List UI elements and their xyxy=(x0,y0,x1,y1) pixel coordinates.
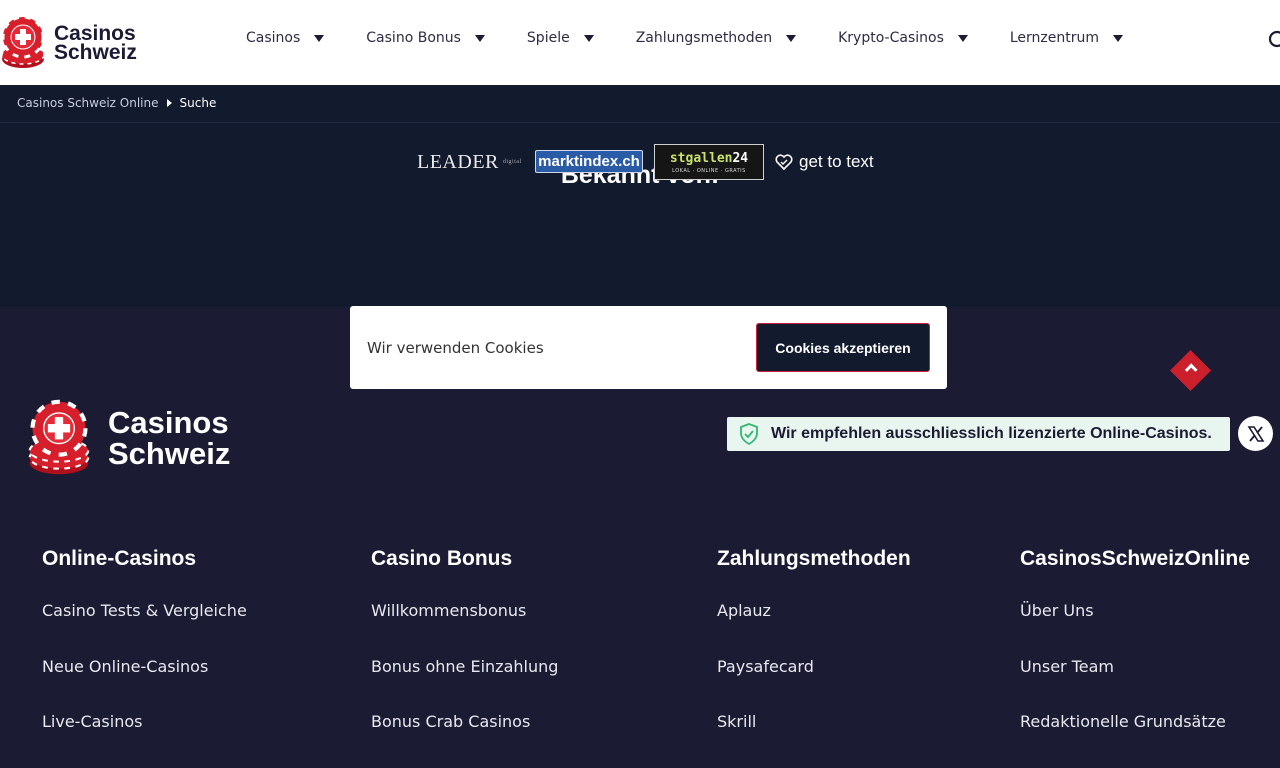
nav-item-krypto-casinos[interactable]: Krypto-Casinos xyxy=(838,30,968,46)
footer-link[interactable]: Aplauz xyxy=(717,601,911,657)
footer-logo-wordmark: Casinos Schweiz xyxy=(108,405,231,471)
license-notice-text: Wir empfehlen ausschliesslich lizenziert… xyxy=(771,425,1212,442)
caret-down-icon xyxy=(957,34,968,42)
heart-icon xyxy=(775,154,793,171)
search-icon[interactable] xyxy=(1268,30,1280,52)
site-logo[interactable]: Casinos Schweiz xyxy=(0,15,137,71)
footer-link[interactable]: Redaktionelle Grundsätze xyxy=(1020,712,1250,768)
footer-column-title: CasinosSchweizOnline xyxy=(1020,547,1250,570)
main-nav: Casinos Casino Bonus Spiele Zahlungsmeth… xyxy=(246,30,1124,46)
caret-down-icon xyxy=(583,34,594,42)
caret-down-icon xyxy=(1113,34,1124,42)
chevron-up-icon xyxy=(1184,363,1198,377)
caret-down-icon xyxy=(474,34,485,42)
cookie-text: Wir verwenden Cookies xyxy=(367,339,544,357)
breadcrumb-home-link[interactable]: Casinos Schweiz Online xyxy=(17,96,159,110)
footer-column-casinosschweizonline: CasinosSchweizOnline Über Uns Unser Team… xyxy=(1020,547,1250,768)
footer-link[interactable]: Bonus Crab Casinos xyxy=(371,712,558,768)
press-logo-leader: LEADER digital xyxy=(417,150,522,173)
divider xyxy=(0,122,1280,123)
nav-item-zahlungsmethoden[interactable]: Zahlungsmethoden xyxy=(636,30,797,46)
caret-down-icon xyxy=(314,34,325,42)
press-logo-gettotext: get to text xyxy=(775,143,874,181)
footer-link[interactable]: Über Uns xyxy=(1020,601,1250,657)
shield-check-icon xyxy=(740,423,758,445)
footer-column-title: Zahlungsmethoden xyxy=(717,547,911,570)
press-logo-stgallen24: stgallen24 LOKAL · ONLINE · GRATIS xyxy=(654,144,764,180)
footer-link[interactable]: Casino Tests & Vergleiche xyxy=(42,601,247,657)
license-notice: Wir empfehlen ausschliesslich lizenziert… xyxy=(727,417,1230,451)
footer-link[interactable]: Willkommensbonus xyxy=(371,601,558,657)
caret-down-icon xyxy=(786,34,797,42)
accept-cookies-button[interactable]: Cookies akzeptieren xyxy=(756,323,930,372)
footer-link[interactable]: Paysafecard xyxy=(717,657,911,713)
casino-chip-logo-icon xyxy=(1,15,45,68)
footer-link[interactable]: Neue Online-Casinos xyxy=(42,657,247,713)
breadcrumb-current: Suche xyxy=(179,96,217,110)
footer-logo[interactable]: Casinos Schweiz xyxy=(24,399,230,477)
footer-link[interactable]: Live-Casinos xyxy=(42,712,247,768)
footer-link[interactable]: Unser Team xyxy=(1020,657,1250,713)
press-logo-marktindex: marktindex.ch xyxy=(535,150,643,173)
footer-column-casino-bonus: Casino Bonus Willkommensbonus Bonus ohne… xyxy=(371,547,558,768)
breadcrumb-separator-icon xyxy=(166,99,172,107)
footer-link[interactable]: Skrill xyxy=(717,712,911,768)
nav-item-casino-bonus[interactable]: Casino Bonus xyxy=(366,30,485,46)
footer-column-online-casinos: Online-Casinos Casino Tests & Vergleiche… xyxy=(42,547,247,768)
breadcrumb-and-press-band: Casinos Schweiz Online Suche Bekannt von… xyxy=(0,85,1280,307)
x-logo-icon xyxy=(1247,425,1264,442)
footer-column-zahlungsmethoden: Zahlungsmethoden Aplauz Paysafecard Skri… xyxy=(717,547,911,768)
cookie-banner: Wir verwenden Cookies Cookies akzeptiere… xyxy=(350,306,947,389)
nav-item-spiele[interactable]: Spiele xyxy=(527,30,594,46)
site-header: Casinos Schweiz Casinos Casino Bonus Spi… xyxy=(0,0,1280,85)
footer-link[interactable]: Bonus ohne Einzahlung xyxy=(371,657,558,713)
nav-item-casinos[interactable]: Casinos xyxy=(246,30,325,46)
breadcrumb: Casinos Schweiz Online Suche xyxy=(17,96,216,110)
x-social-icon[interactable] xyxy=(1238,416,1273,451)
scroll-to-top-button[interactable] xyxy=(1169,349,1212,392)
logo-wordmark: Casinos Schweiz xyxy=(54,22,137,64)
footer-column-title: Casino Bonus xyxy=(371,547,513,570)
casino-chip-logo-icon xyxy=(28,399,90,475)
footer-column-title: Online-Casinos xyxy=(42,547,197,570)
nav-item-lernzentrum[interactable]: Lernzentrum xyxy=(1010,30,1124,46)
